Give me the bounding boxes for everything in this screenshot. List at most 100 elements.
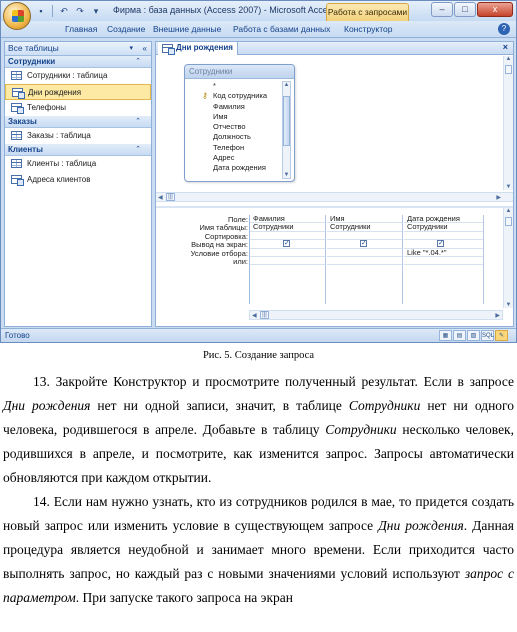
- field-item[interactable]: Адрес: [185, 153, 281, 163]
- field-item[interactable]: Фамилия: [185, 102, 281, 112]
- grid-cell-sort[interactable]: [250, 232, 325, 241]
- scroll-up-icon[interactable]: ▲: [283, 82, 290, 88]
- nav-pane-header[interactable]: Все таблицы ▾ «: [5, 42, 151, 56]
- document-tab[interactable]: Дни рождения: [158, 42, 238, 55]
- field-list-scrollbar[interactable]: ▲ ▼: [282, 81, 291, 179]
- close-document-icon[interactable]: ×: [503, 42, 508, 52]
- grid-cell-criteria[interactable]: Like "*.04.*": [404, 249, 483, 257]
- show-checkbox[interactable]: ✓: [360, 240, 367, 248]
- grid-cell-sort[interactable]: [404, 232, 483, 241]
- field-list-employees[interactable]: Сотрудники * ⚷ Код сотрудника Фамилия Им…: [184, 64, 295, 182]
- scroll-thumb[interactable]: [505, 217, 512, 226]
- pivotchart-view-icon[interactable]: ▧: [467, 330, 480, 341]
- scroll-thumb[interactable]: [505, 65, 512, 74]
- italic-text-run: Сотрудники: [325, 422, 397, 437]
- grid-vscroll[interactable]: ▲ ▼: [503, 208, 513, 308]
- field-item[interactable]: Отчество: [185, 122, 281, 132]
- field-item[interactable]: Должность: [185, 132, 281, 142]
- table-pane-hscroll[interactable]: ◀ ||| ▶: [156, 192, 513, 202]
- scroll-right-icon[interactable]: ▶: [496, 194, 501, 201]
- help-icon[interactable]: ?: [498, 23, 510, 35]
- close-button[interactable]: x: [477, 2, 513, 17]
- scroll-up-icon[interactable]: ▲: [504, 208, 513, 214]
- collapse-pane-icon[interactable]: «: [143, 42, 147, 55]
- nav-group-clients[interactable]: Клиенты ⌃: [5, 144, 151, 156]
- nav-item-label: Заказы : таблица: [27, 131, 91, 140]
- grid-cell-criteria[interactable]: [250, 249, 325, 257]
- nav-item-birthdays-query[interactable]: Дни рождения: [5, 84, 151, 100]
- grid-cell-sort[interactable]: [327, 232, 402, 241]
- scroll-thumb[interactable]: |||: [260, 311, 269, 319]
- query-icon: [11, 103, 24, 114]
- office-button[interactable]: [3, 2, 31, 30]
- scroll-up-icon[interactable]: ▲: [504, 56, 513, 62]
- pivottable-view-icon[interactable]: ▤: [453, 330, 466, 341]
- scroll-right-icon[interactable]: ▶: [495, 312, 500, 319]
- scroll-thumb[interactable]: |||: [166, 193, 175, 201]
- grid-cell-criteria[interactable]: [327, 249, 402, 257]
- scroll-thumb[interactable]: [283, 96, 290, 146]
- scroll-left-icon[interactable]: ◀: [158, 194, 163, 201]
- nav-group-employees[interactable]: Сотрудники ⌃: [5, 56, 151, 68]
- grid-cell-field[interactable]: Дата рождения: [404, 215, 483, 224]
- field-item[interactable]: Имя: [185, 112, 281, 122]
- customize-qat-icon[interactable]: ▾: [89, 4, 103, 18]
- undo-icon[interactable]: ↶: [57, 4, 71, 18]
- grid-hscroll[interactable]: ◀ ||| ▶: [249, 310, 503, 320]
- scroll-down-icon[interactable]: ▼: [504, 302, 513, 308]
- design-view-icon[interactable]: ✎: [495, 330, 508, 341]
- nav-item-clients-table[interactable]: Клиенты : таблица: [5, 156, 151, 172]
- grid-cell-or[interactable]: [250, 257, 325, 266]
- scroll-left-icon[interactable]: ◀: [252, 312, 257, 319]
- chevron-up-icon[interactable]: ⌃: [135, 116, 141, 127]
- scroll-down-icon[interactable]: ▼: [283, 172, 290, 178]
- grid-cell-or[interactable]: [404, 257, 483, 266]
- view-switcher: ▦ ▤ ▧ SQL ✎: [439, 330, 508, 341]
- grid-column-empty[interactable]: [485, 215, 504, 304]
- chevron-up-icon[interactable]: ⌃: [135, 56, 141, 67]
- tab-design[interactable]: Конструктор: [344, 24, 392, 34]
- grid-cell-table[interactable]: Сотрудники: [404, 223, 483, 232]
- grid-cell-field[interactable]: Фамилия: [250, 215, 325, 224]
- table-icon: [11, 71, 22, 80]
- nav-item-orders-table[interactable]: Заказы : таблица: [5, 128, 151, 144]
- field-list-title[interactable]: Сотрудники: [185, 65, 294, 79]
- show-checkbox[interactable]: ✓: [283, 240, 290, 248]
- save-icon[interactable]: ▪: [34, 4, 48, 18]
- table-icon: [11, 159, 22, 168]
- sql-view-icon[interactable]: SQL: [481, 330, 494, 341]
- scroll-down-icon[interactable]: ▼: [504, 184, 513, 190]
- nav-item-employees-table[interactable]: Сотрудники : таблица: [5, 68, 151, 84]
- paragraph-13: 13. Закройте Конструктор и просмотрите п…: [3, 370, 514, 490]
- italic-text-run: Дни рождения: [3, 398, 91, 413]
- field-item-key[interactable]: ⚷ Код сотрудника: [185, 91, 281, 101]
- chevron-down-icon[interactable]: ▾: [129, 42, 133, 55]
- chevron-up-icon[interactable]: ⌃: [135, 144, 141, 155]
- redo-icon[interactable]: ↷: [73, 4, 87, 18]
- tab-create[interactable]: Создание: [107, 24, 145, 34]
- query-icon: [11, 175, 24, 186]
- minimize-button[interactable]: –: [431, 2, 453, 17]
- table-icon: [11, 131, 22, 140]
- office-logo-icon: [12, 10, 24, 22]
- tab-external-data[interactable]: Внешние данные: [153, 24, 221, 34]
- datasheet-view-icon[interactable]: ▦: [439, 330, 452, 341]
- grid-cell-or[interactable]: [327, 257, 402, 266]
- grid-cell-table[interactable]: Сотрудники: [327, 223, 402, 232]
- field-item[interactable]: *: [185, 81, 281, 91]
- nav-item-client-addresses-query[interactable]: Адреса клиентов: [5, 172, 151, 188]
- field-item[interactable]: Телефон: [185, 143, 281, 153]
- maximize-button[interactable]: □: [454, 2, 476, 17]
- nav-item-phones-query[interactable]: Телефоны: [5, 100, 151, 116]
- nav-group-orders[interactable]: Заказы ⌃: [5, 116, 151, 128]
- grid-cell-table[interactable]: Сотрудники: [250, 223, 325, 232]
- grid-cell-show: ✓: [250, 240, 325, 249]
- tab-database-tools[interactable]: Работа с базами данных: [233, 24, 330, 34]
- grid-cell-show: ✓: [404, 240, 483, 249]
- tab-home[interactable]: Главная: [65, 24, 97, 34]
- grid-cell-field[interactable]: Имя: [327, 215, 402, 224]
- field-item[interactable]: Дата рождения: [185, 163, 281, 173]
- table-pane-vscroll[interactable]: ▲ ▼: [503, 56, 513, 190]
- show-checkbox[interactable]: ✓: [437, 240, 444, 248]
- grid-columns: Фамилия Сотрудники ✓ Имя Сотрудники ✓ Да…: [249, 215, 503, 304]
